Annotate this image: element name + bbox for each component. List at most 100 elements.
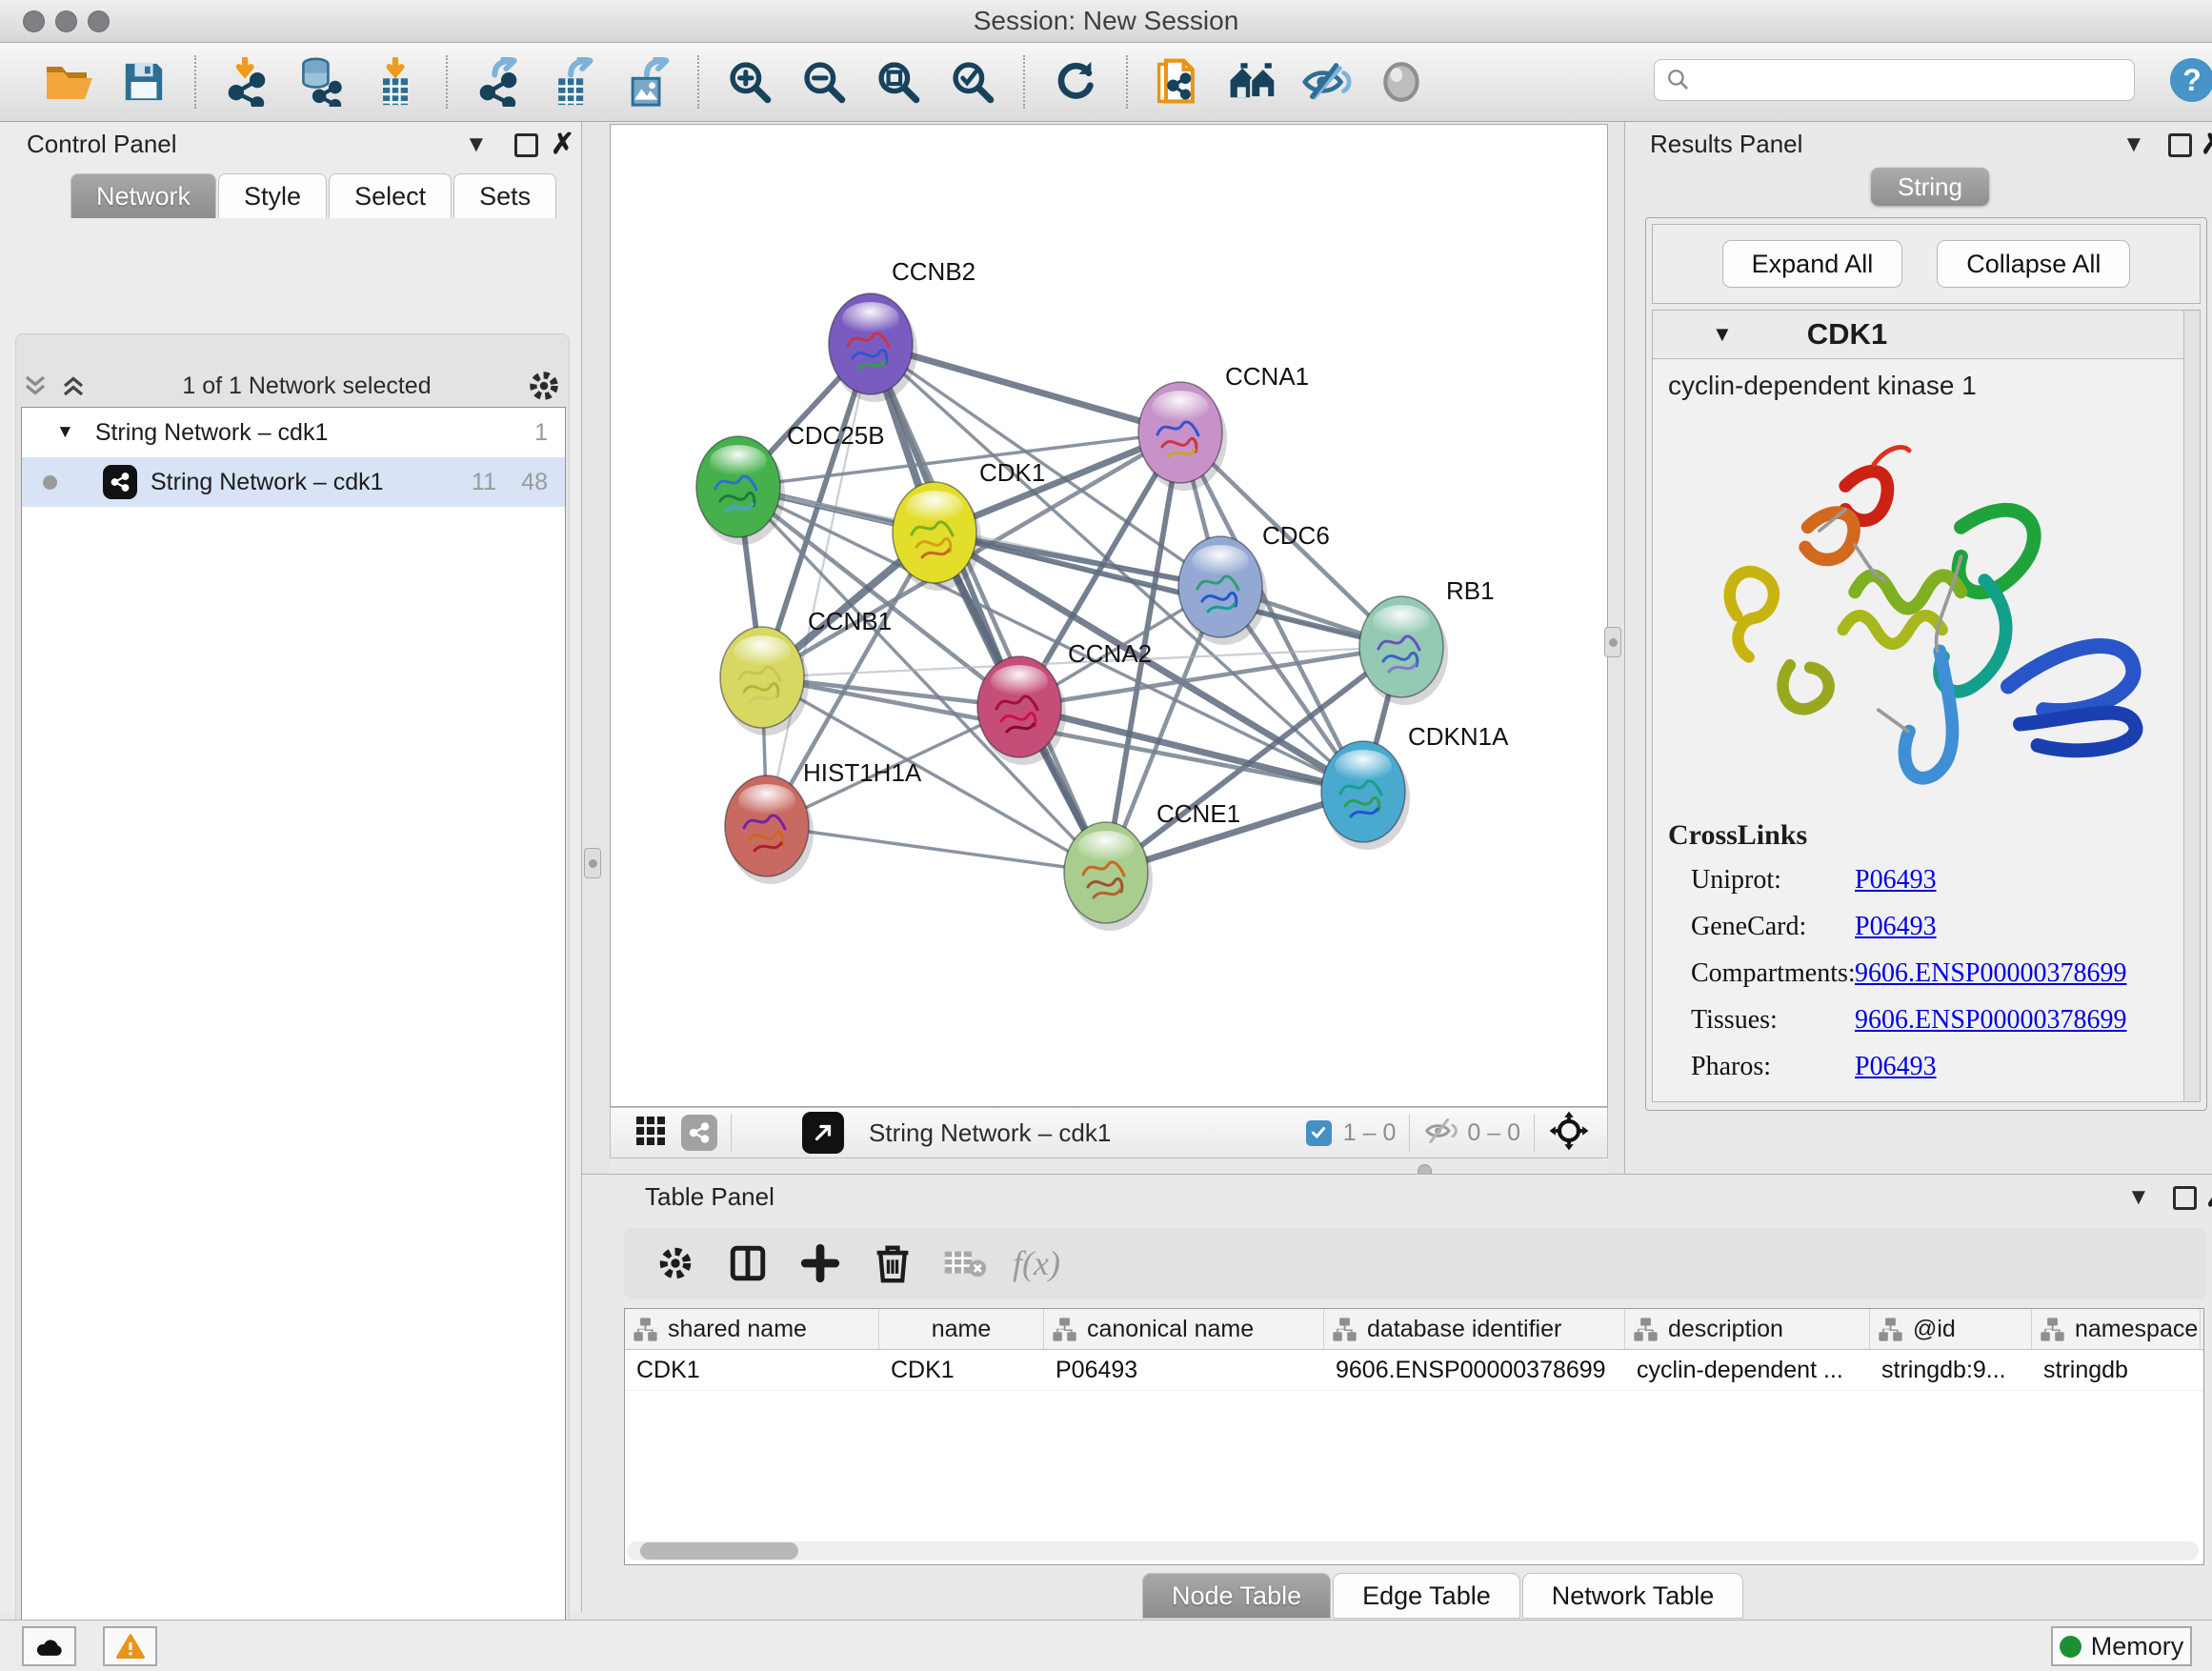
column-header-name[interactable]: name <box>879 1309 1044 1349</box>
table-cell[interactable]: 9606.ENSP00000378699 <box>1324 1350 1625 1390</box>
crosslink-link[interactable]: 9606.ENSP00000378699 <box>1855 1005 2126 1036</box>
delete-column-icon[interactable] <box>868 1238 917 1288</box>
open-file-icon[interactable] <box>42 54 97 110</box>
results-panel-float-icon[interactable] <box>2168 133 2192 162</box>
network-node-CCNB2[interactable]: CCNB2 <box>829 257 975 402</box>
import-table-icon[interactable] <box>368 54 423 110</box>
birdseye-grid-icon[interactable] <box>633 1114 668 1153</box>
network-node-CCNA1[interactable]: CCNA1 <box>1138 362 1309 491</box>
pan-crosshair-icon[interactable] <box>1548 1110 1590 1157</box>
column-header-canonical-name[interactable]: canonical name <box>1044 1309 1324 1349</box>
maximize-window-icon[interactable] <box>88 10 110 32</box>
tab-node-table[interactable]: Node Table <box>1142 1573 1331 1619</box>
table-panel-close-icon[interactable]: ✗ <box>2205 1180 2212 1214</box>
save-session-icon[interactable] <box>116 54 171 110</box>
table-horizontal-scrollbar[interactable] <box>627 1541 2199 1560</box>
zoom-selected-icon[interactable] <box>945 54 1000 110</box>
show-all-icon[interactable] <box>1374 54 1429 110</box>
zoom-fit-icon[interactable] <box>871 54 926 110</box>
tab-style[interactable]: Style <box>218 173 327 218</box>
table-cell[interactable]: cyclin-dependent ... <box>1625 1350 1870 1390</box>
crosslink-link[interactable]: P06493 <box>1855 865 1937 896</box>
gene-collapse-icon[interactable]: ▼ <box>1712 322 1733 347</box>
column-header-namespace[interactable]: namespace <box>2032 1309 2201 1349</box>
export-network-icon[interactable] <box>471 54 526 110</box>
warning-icon <box>116 1633 145 1660</box>
import-database-icon[interactable] <box>293 54 349 110</box>
network-collection-row[interactable]: ▼ String Network – cdk1 1 <box>22 408 565 457</box>
results-panel-close-icon[interactable]: ✗ <box>2201 128 2212 161</box>
crosslink-link[interactable]: P06493 <box>1855 1052 1937 1082</box>
control-panel-menu-icon[interactable]: ▼ <box>465 131 488 158</box>
table-cell[interactable]: P06493 <box>1044 1350 1324 1390</box>
zoom-in-icon[interactable] <box>722 54 777 110</box>
network-node-CCNE1[interactable]: CCNE1 <box>1064 799 1240 931</box>
zoom-out-icon[interactable] <box>796 54 852 110</box>
tab-select[interactable]: Select <box>329 173 452 218</box>
search-field[interactable] <box>1654 59 2135 101</box>
tab-sets[interactable]: Sets <box>453 173 556 218</box>
network-node-HIST1H1A[interactable]: HIST1H1A <box>725 758 922 884</box>
control-panel-close-icon[interactable]: ✗ <box>551 128 574 161</box>
network-badge-icon[interactable] <box>681 1115 717 1151</box>
left-splitter-handle[interactable] <box>584 848 601 878</box>
add-column-icon[interactable] <box>795 1238 845 1288</box>
network-node-RB1[interactable]: RB1 <box>1359 576 1495 705</box>
control-panel-float-icon[interactable] <box>514 133 538 162</box>
table-cell[interactable]: stringdb <box>2032 1350 2201 1390</box>
network-options-gear-icon[interactable] <box>526 368 562 404</box>
tab-network[interactable]: Network <box>70 173 216 218</box>
tab-network-table[interactable]: Network Table <box>1522 1573 1744 1619</box>
tab-string[interactable]: String <box>1871 168 1989 206</box>
view-indicator-icon <box>43 475 57 490</box>
tab-edge-table[interactable]: Edge Table <box>1333 1573 1520 1619</box>
expand-all-button[interactable]: Expand All <box>1722 240 1903 288</box>
network-canvas[interactable]: CCNB2CCNA1CDC25BCDK1CDC6RB1CCNB1CCNA2CDK… <box>610 124 1608 1107</box>
crosslink-link[interactable]: 9606.ENSP00000378699 <box>1855 958 2126 989</box>
minimize-window-icon[interactable] <box>55 10 77 32</box>
search-input[interactable] <box>1691 66 2114 94</box>
collapse-all-icon[interactable] <box>21 372 50 400</box>
import-network-icon[interactable] <box>219 54 274 110</box>
detach-view-icon[interactable] <box>802 1112 844 1154</box>
crosslink-link[interactable]: P06493 <box>1855 912 1937 942</box>
column-header-@id[interactable]: @id <box>1870 1309 2032 1349</box>
table-panel-float-icon[interactable] <box>2173 1186 2197 1215</box>
first-neighbors-icon[interactable] <box>1225 54 1280 110</box>
column-header-shared-name[interactable]: shared name <box>625 1309 879 1349</box>
refresh-icon[interactable] <box>1048 54 1103 110</box>
network-document-icon[interactable] <box>1151 54 1206 110</box>
collection-expand-icon[interactable]: ▼ <box>56 422 74 443</box>
selected-checkbox-icon[interactable] <box>1306 1120 1332 1146</box>
network-node-CDKN1A[interactable]: CDKN1A <box>1321 722 1509 850</box>
column-header-database-identifier[interactable]: database identifier <box>1324 1309 1625 1349</box>
network-edge-CCNB2-HIST1H1A[interactable] <box>767 344 871 826</box>
warnings-button[interactable] <box>103 1626 157 1666</box>
table-options-gear-icon[interactable] <box>651 1238 700 1288</box>
help-icon[interactable]: ? <box>2170 58 2212 102</box>
results-panel-menu-icon[interactable]: ▼ <box>2122 131 2145 158</box>
table-toolbar: f(x) <box>624 1228 2206 1299</box>
export-table-icon[interactable] <box>545 54 600 110</box>
cloud-status-button[interactable] <box>22 1626 76 1666</box>
collapse-all-button[interactable]: Collapse All <box>1937 240 2130 288</box>
selected-node-edge-count: 1 – 0 <box>1343 1119 1397 1147</box>
show-columns-icon[interactable] <box>723 1238 773 1288</box>
close-window-icon[interactable] <box>23 10 45 32</box>
table-cell[interactable]: stringdb:9... <box>1870 1350 2032 1390</box>
export-image-icon[interactable] <box>619 54 674 110</box>
network-edge-HIST1H1A-CCNE1[interactable] <box>767 826 1106 873</box>
expand-all-icon[interactable] <box>59 372 88 400</box>
table-panel-menu-icon[interactable]: ▼ <box>2127 1184 2150 1211</box>
memory-button[interactable]: Memory <box>2051 1626 2192 1666</box>
hide-selected-icon[interactable] <box>1299 54 1355 110</box>
network-row[interactable]: String Network – cdk1 11 48 <box>22 457 565 507</box>
table-cell[interactable]: CDK1 <box>879 1350 1044 1390</box>
results-scrollbar[interactable] <box>2183 311 2200 1101</box>
network-node-CCNB1[interactable]: CCNB1 <box>720 607 892 735</box>
table-row[interactable]: CDK1CDK1P064939606.ENSP00000378699cyclin… <box>625 1350 2203 1391</box>
results-panel: Results Panel ▼ ✗ String Expand All Coll… <box>1625 122 2212 1174</box>
table-cell[interactable]: CDK1 <box>625 1350 879 1390</box>
column-header-description[interactable]: description <box>1625 1309 1870 1349</box>
right-splitter-handle[interactable] <box>1604 627 1621 657</box>
